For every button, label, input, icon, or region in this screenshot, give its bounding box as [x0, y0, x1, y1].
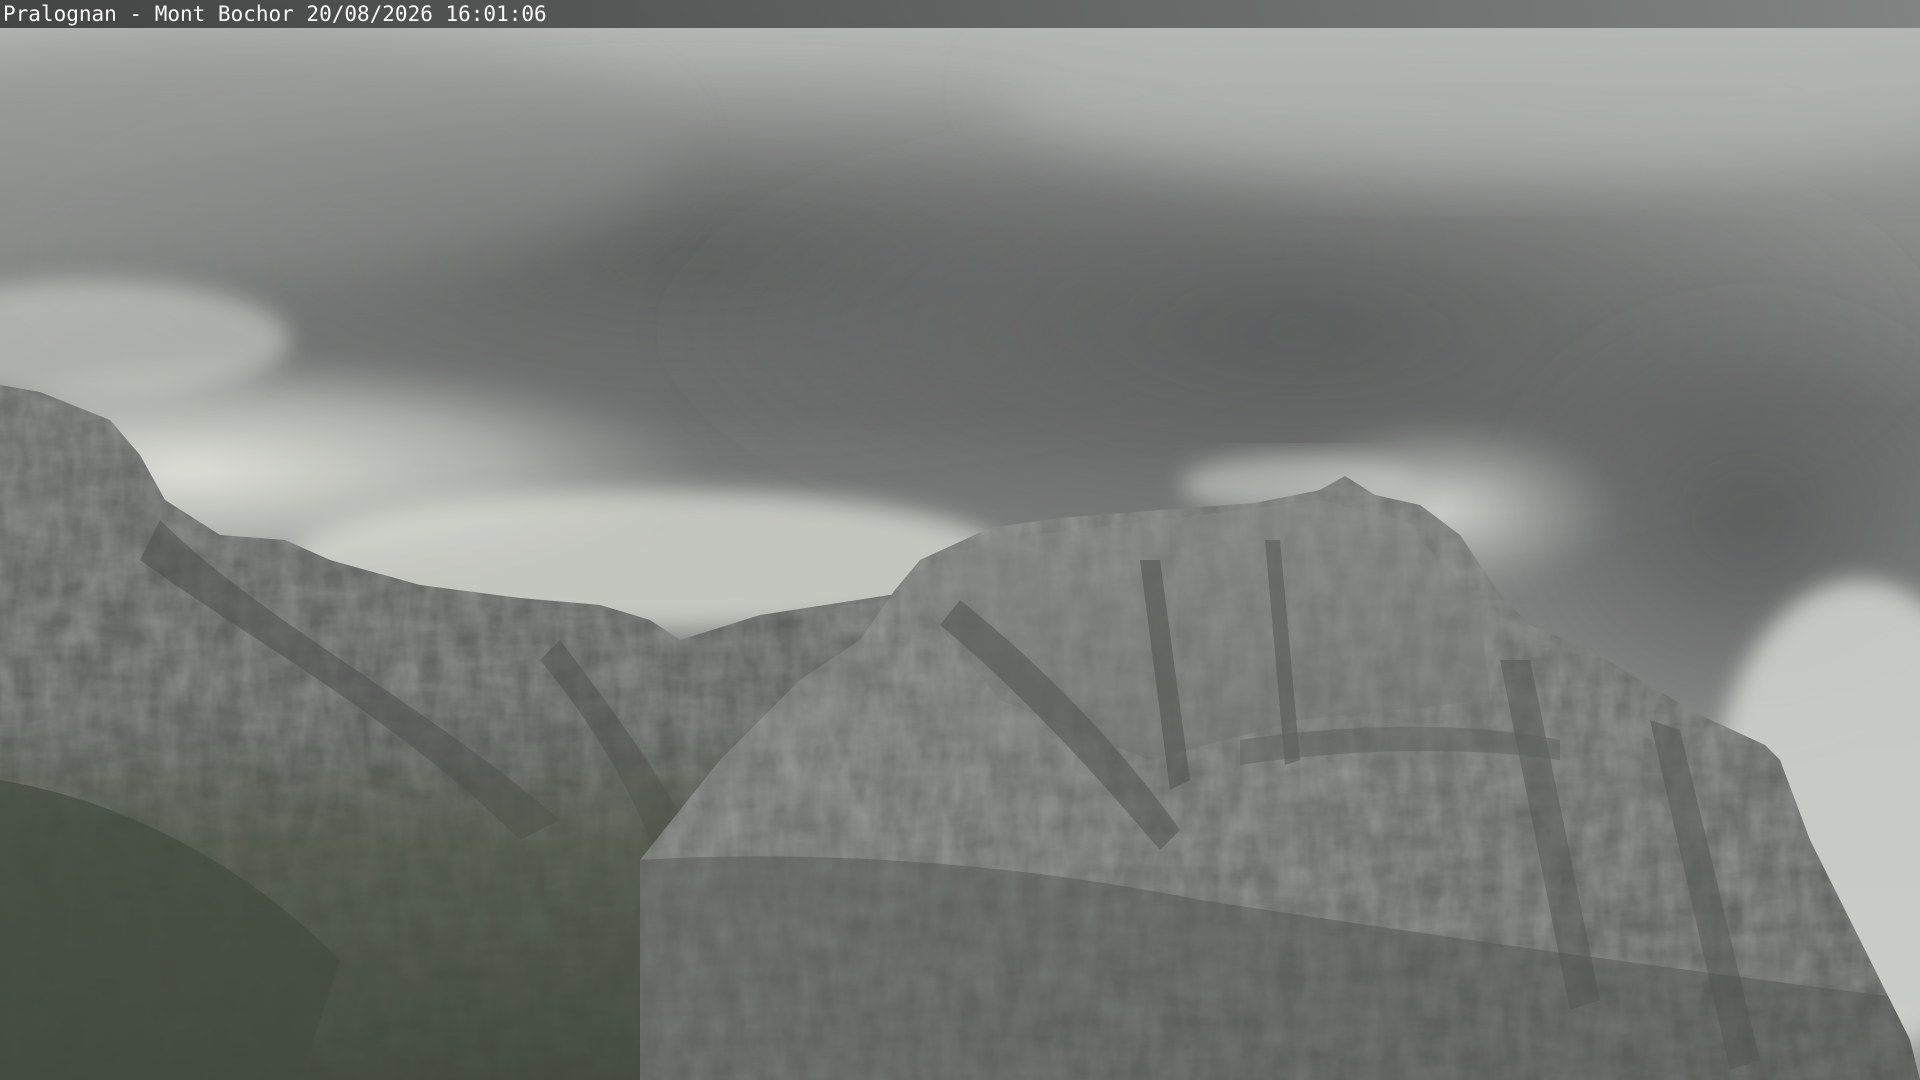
webcam-frame: Pralognan - Mont Bochor 20/08/2026 16:01…	[0, 0, 1920, 1080]
caption-bar: Pralognan - Mont Bochor 20/08/2026 16:01…	[0, 0, 1920, 28]
webcam-caption: Pralognan - Mont Bochor 20/08/2026 16:01…	[3, 2, 547, 26]
webcam-image	[0, 0, 1920, 1080]
